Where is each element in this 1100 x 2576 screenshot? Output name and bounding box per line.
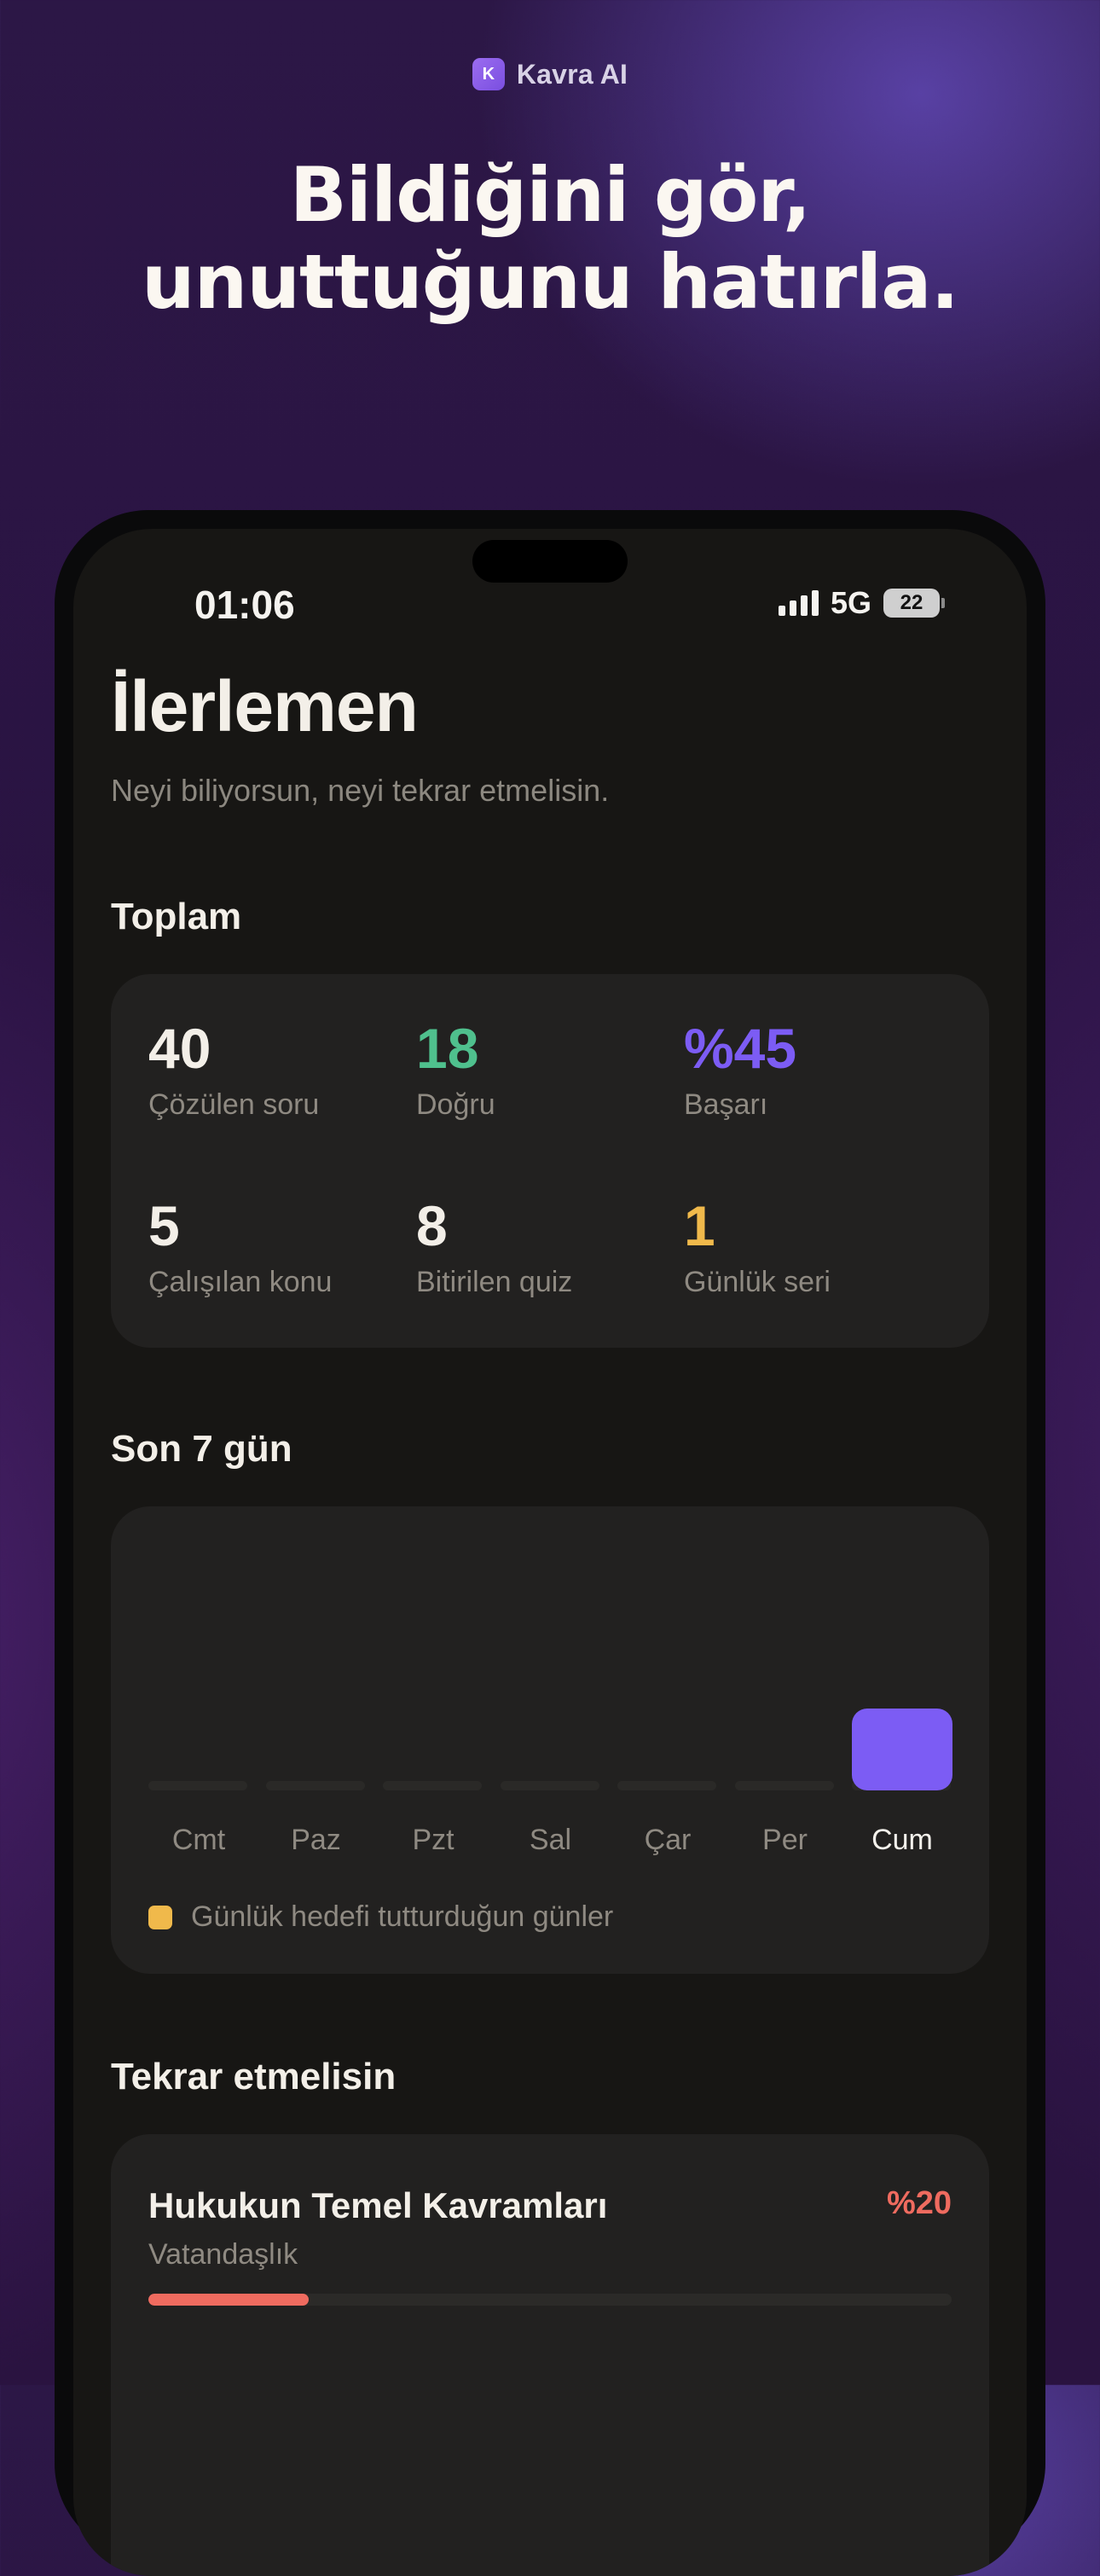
stat-label: Çalışılan konu <box>148 1266 333 1298</box>
day-label: Çar <box>644 1824 692 1856</box>
topic-subject: Vatandaşlık <box>148 2238 298 2271</box>
bar-track <box>148 1781 247 1790</box>
review-section-title: Tekrar etmelisin <box>111 2056 397 2097</box>
chart-legend: Günlük hedefi tutturduğun günler <box>148 1900 613 1934</box>
stat-studied-topics: 5 Çalışılan konu <box>148 1196 332 1299</box>
stat-value: 40 <box>148 1017 211 1080</box>
day-label: Cum <box>871 1824 933 1856</box>
topic-progress-fill <box>148 2294 310 2306</box>
day-label: Pzt <box>412 1824 454 1856</box>
topic-name: Hukukun Temel Kavramları <box>148 2185 608 2225</box>
stat-correct: 18 Doğru <box>416 1018 495 1122</box>
stat-label: Bitirilen quiz <box>416 1266 573 1298</box>
brand-logo-icon: K <box>472 58 505 90</box>
bar-track <box>734 1781 834 1790</box>
stat-finished-quizzes: 8 Bitirilen quiz <box>416 1196 572 1299</box>
stat-success-rate: %45 Başarı <box>684 1018 796 1122</box>
brand-name: Kavra AI <box>516 58 628 90</box>
stat-value: 8 <box>416 1194 448 1257</box>
day-label: Paz <box>291 1824 341 1856</box>
headline: Bildiğini gör, unuttuğunu hatırla. <box>0 152 1100 326</box>
stat-value: %45 <box>684 1017 797 1080</box>
page-title: İlerlemen <box>111 666 419 746</box>
battery-level: 22 <box>883 589 940 618</box>
headline-line-2: unuttuğunu hatırla. <box>142 238 959 326</box>
headline-line-1: Bildiğini gör, <box>289 151 812 239</box>
stat-value: 5 <box>148 1194 180 1257</box>
brand: K Kavra AI <box>0 58 1100 90</box>
status-time: 01:06 <box>194 583 295 627</box>
bar-track <box>617 1781 716 1790</box>
status-indicators: 5G 22 <box>778 585 945 621</box>
totals-section-title: Toplam <box>111 896 242 937</box>
battery-icon: 22 <box>883 589 945 618</box>
cellular-signal-icon <box>778 590 819 616</box>
stat-label: Çözülen soru <box>148 1088 320 1121</box>
page-subtitle: Neyi biliyorsun, neyi tekrar etmelisin. <box>111 773 610 808</box>
topic-success-percent: %20 <box>886 2185 952 2221</box>
stat-label: Doğru <box>416 1088 495 1121</box>
review-card[interactable]: Hukukun Temel Kavramları Vatandaşlık %20 <box>111 2134 989 2576</box>
day-label: Per <box>762 1824 808 1856</box>
phone-screen: 01:06 5G 22 İlerlemen Neyi biliyorsun, n… <box>73 529 1027 2576</box>
bar-track <box>265 1781 365 1790</box>
legend-swatch <box>148 1905 172 1929</box>
last-7-days-chart: Günlük hedefi tutturduğun günler Cmt Paz P… <box>111 1506 989 1974</box>
legend-label: Günlük hedefi tutturduğun günler <box>191 1900 614 1933</box>
topic-progress-bar <box>148 2294 952 2306</box>
day-label: Sal <box>529 1824 572 1856</box>
stat-solved-questions: 40 Çözülen soru <box>148 1018 319 1122</box>
stat-label: Günlük seri <box>684 1266 831 1298</box>
bar-track <box>500 1781 599 1790</box>
stat-label: Başarı <box>684 1088 768 1121</box>
bar-track <box>383 1781 482 1790</box>
totals-card: 40 Çözülen soru 18 Doğru %45 Başarı 5 Ça… <box>111 974 989 1348</box>
bar-Cum <box>852 1709 952 1790</box>
stat-daily-streak: 1 Günlük seri <box>684 1196 831 1299</box>
stat-value: 18 <box>416 1017 479 1080</box>
stat-value: 1 <box>684 1194 715 1257</box>
dynamic-island <box>472 540 628 583</box>
last-7-days-section-title: Son 7 gün <box>111 1428 292 1470</box>
network-type: 5G <box>830 585 871 620</box>
day-label: Cmt <box>171 1824 226 1856</box>
